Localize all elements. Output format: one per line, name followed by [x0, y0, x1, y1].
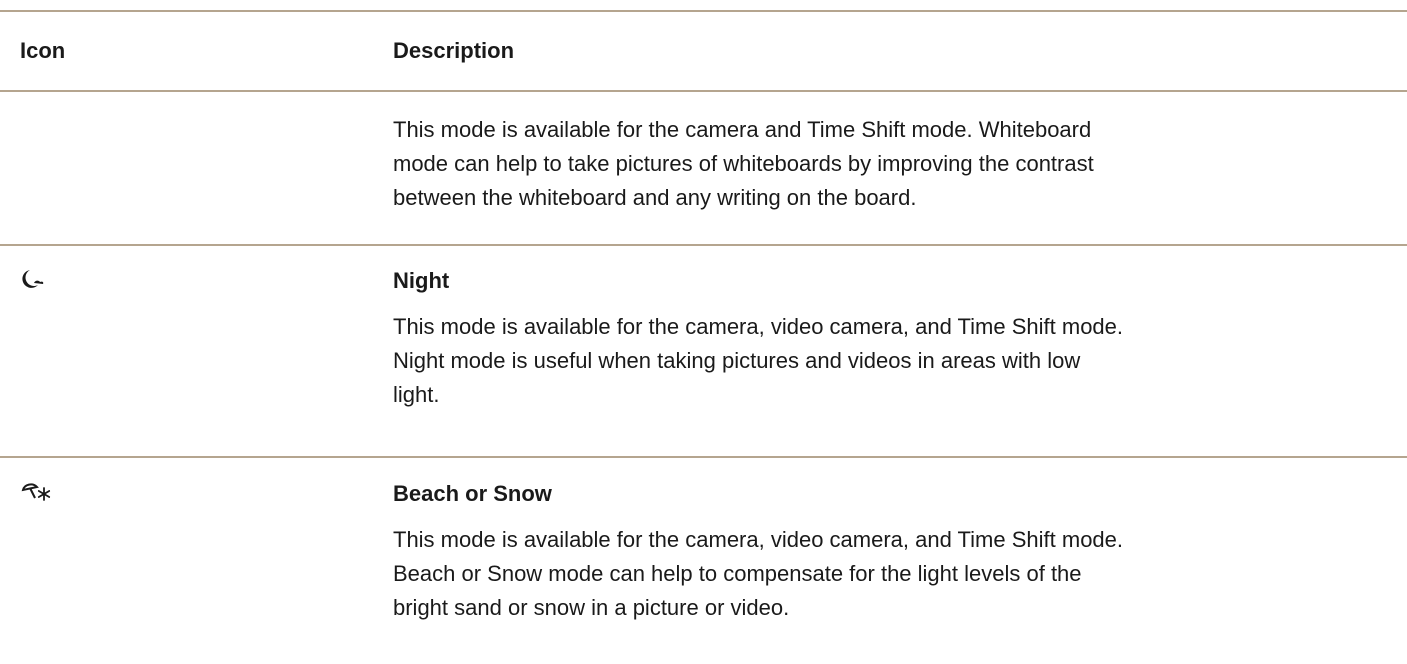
description-line: Beach or Snow mode can help to compensat…: [393, 561, 1082, 586]
row-description: Beach or Snow This mode is available for…: [393, 483, 1393, 625]
description-line: light.: [393, 382, 440, 407]
header-description-column: Description: [393, 38, 515, 63]
row-description: This mode is available for the camera an…: [393, 113, 1393, 215]
description-line: between the whiteboard and any writing o…: [393, 185, 917, 210]
beach-snow-mode-icon: [20, 480, 60, 510]
row-description: Night This mode is available for the cam…: [393, 270, 1393, 412]
table-header-row: Icon Description: [0, 10, 1407, 90]
description-line: Night mode is useful when taking picture…: [393, 348, 1081, 373]
table-row-beach-snow: Beach or Snow This mode is available for…: [0, 458, 1407, 664]
table-row-night: Night This mode is available for the cam…: [0, 246, 1407, 456]
description-line: This mode is available for the camera, v…: [393, 527, 1124, 552]
description-line: mode can help to take pictures of whiteb…: [393, 151, 1094, 176]
description-line: This mode is available for the camera an…: [393, 117, 1092, 142]
mode-title: Night: [393, 268, 450, 293]
night-mode-icon: [20, 267, 60, 297]
mode-title: Beach or Snow: [393, 481, 552, 506]
header-icon-column: Icon: [20, 38, 66, 63]
description-line: This mode is available for the camera, v…: [393, 314, 1124, 339]
description-line: bright sand or snow in a picture or vide…: [393, 595, 790, 620]
